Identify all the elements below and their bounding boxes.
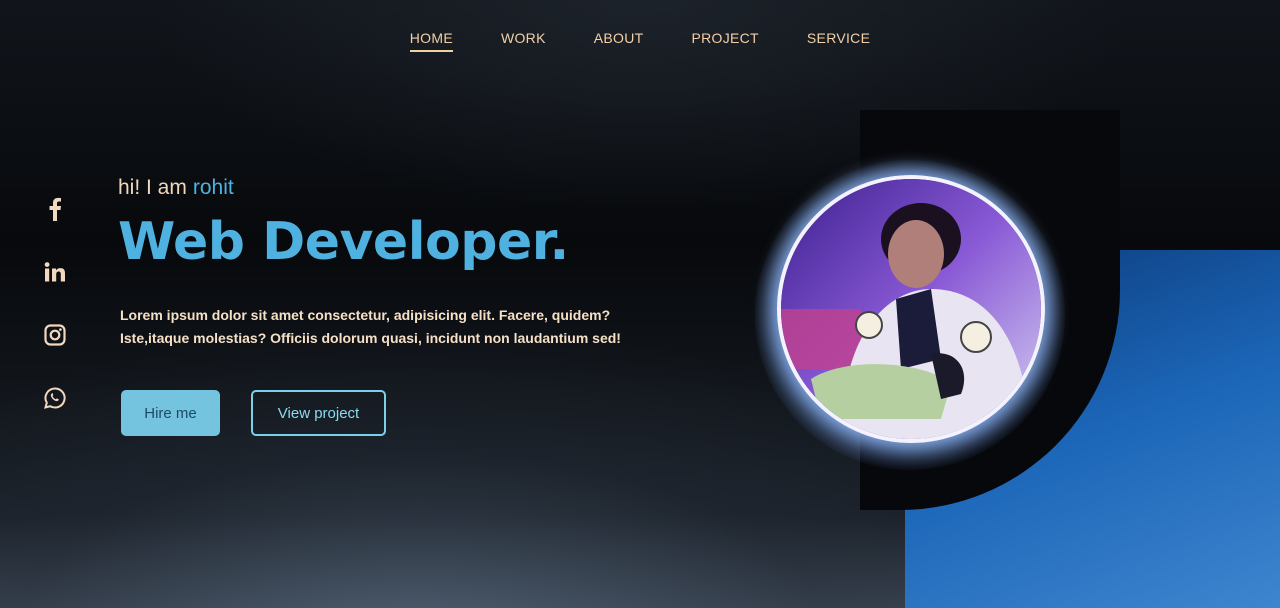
linkedin-icon[interactable] xyxy=(40,257,70,287)
hero-page: HOME WORK ABOUT PROJECT SERVICE hi! I am… xyxy=(0,0,1280,608)
nav-item-work[interactable]: WORK xyxy=(501,30,546,52)
social-links xyxy=(40,194,72,446)
hero-description: Lorem ipsum dolor sit amet consectetur, … xyxy=(120,307,621,346)
nav-item-project[interactable]: PROJECT xyxy=(691,30,758,52)
profile-photo xyxy=(777,175,1045,443)
greeting-text: hi! I am rohit xyxy=(118,176,234,200)
view-project-button[interactable]: View project xyxy=(251,390,386,436)
greeting-name: rohit xyxy=(192,176,234,199)
nav-item-about[interactable]: ABOUT xyxy=(594,30,644,52)
hire-me-button[interactable]: Hire me xyxy=(121,390,220,436)
greeting-prefix: hi! I am xyxy=(118,176,187,199)
instagram-icon[interactable] xyxy=(40,320,70,350)
hero-title: Web Developer. xyxy=(118,212,569,272)
nav-item-service[interactable]: SERVICE xyxy=(807,30,870,52)
top-nav: HOME WORK ABOUT PROJECT SERVICE xyxy=(0,30,1280,52)
nav-item-home[interactable]: HOME xyxy=(409,30,453,52)
facebook-icon[interactable] xyxy=(40,194,70,224)
whatsapp-icon[interactable] xyxy=(40,383,70,413)
